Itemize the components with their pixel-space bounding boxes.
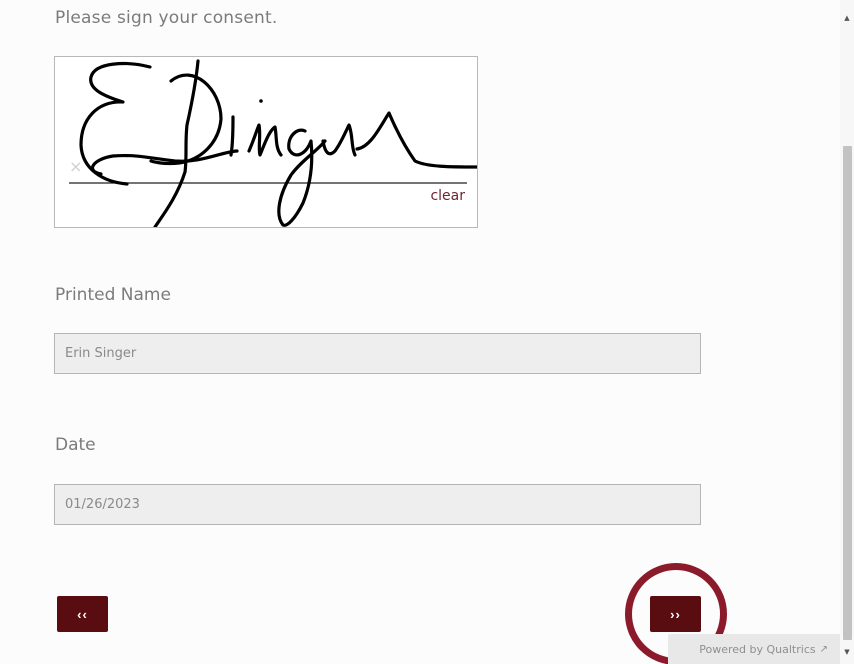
powered-by-label: Powered by Qualtrics [699,642,816,656]
external-link-icon: ↗ [819,643,828,655]
date-label: Date [55,435,96,455]
scroll-up-arrow-icon[interactable]: ▲ [842,14,852,22]
signature-pad[interactable]: × clear [54,56,478,228]
back-button[interactable]: ‹‹ [57,596,108,632]
scroll-down-arrow-icon[interactable]: ▼ [842,648,852,656]
signature-x-mark: × [69,157,83,176]
scrollbar-thumb[interactable] [843,146,852,640]
printed-name-field[interactable] [54,333,701,374]
vertical-scrollbar[interactable]: ▲ ▼ [840,0,854,664]
clear-signature-link[interactable]: clear [430,188,465,204]
signature-drawing [69,59,477,227]
powered-by-qualtrics-link[interactable]: Powered by Qualtrics ↗ [668,634,840,664]
printed-name-label: Printed Name [55,285,171,305]
date-field[interactable] [54,484,701,525]
survey-page: Please sign your consent. × clear Printe… [0,0,854,664]
question-text: Please sign your consent. [55,8,278,28]
next-button[interactable]: ›› [650,596,701,632]
